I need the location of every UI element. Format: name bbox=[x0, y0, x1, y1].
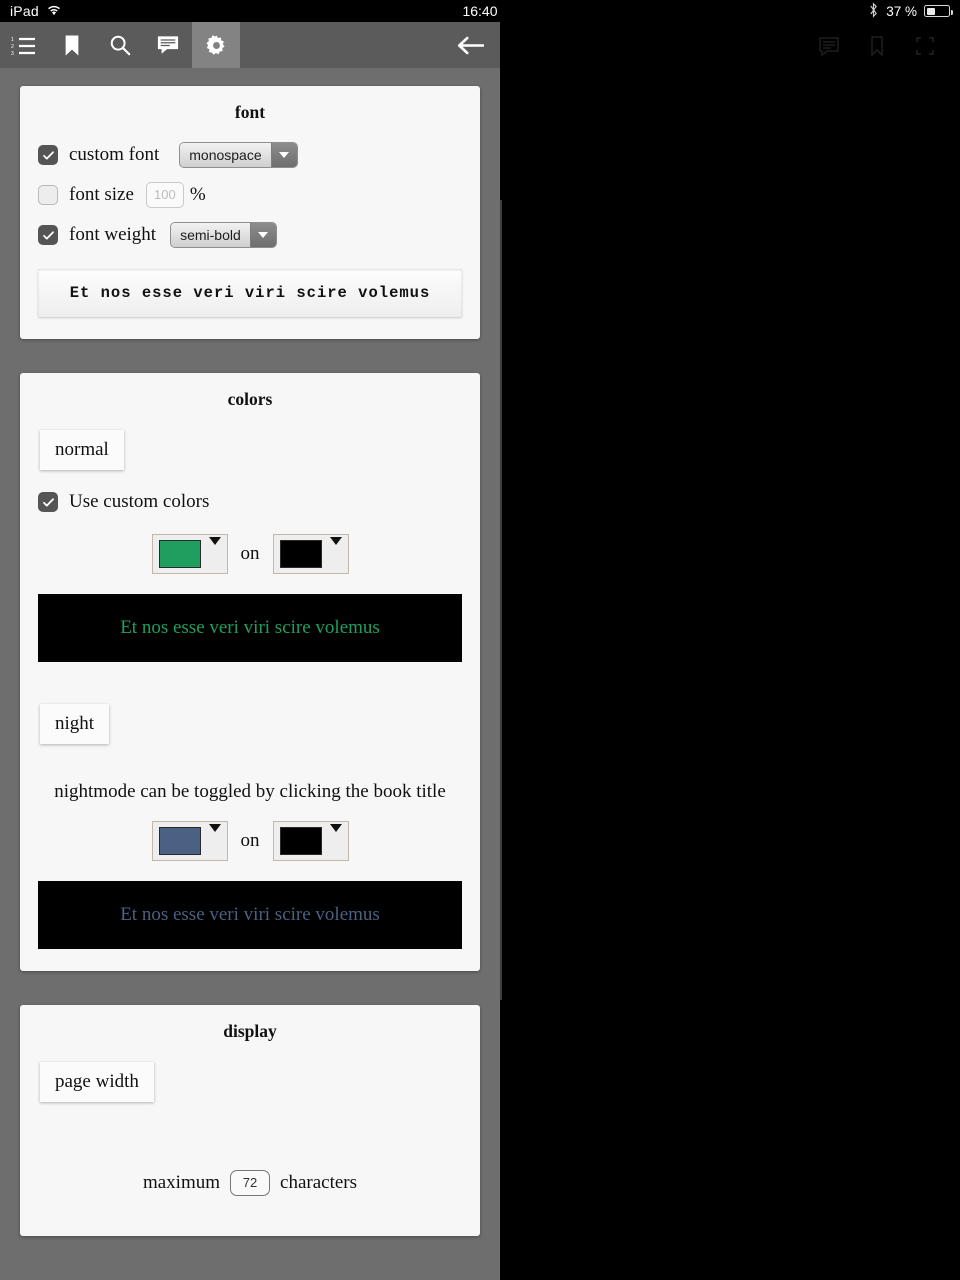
status-right: 37 % bbox=[868, 1, 953, 21]
font-size-unit: % bbox=[189, 184, 206, 205]
comment-icon[interactable] bbox=[818, 35, 840, 57]
svg-text:3: 3 bbox=[11, 51, 14, 56]
display-card-title: display bbox=[223, 1021, 277, 1041]
bookmark-icon[interactable] bbox=[866, 35, 888, 57]
tab-night[interactable]: night bbox=[40, 704, 110, 744]
svg-text:2: 2 bbox=[11, 44, 14, 50]
toolbar-item-annotations[interactable] bbox=[144, 22, 192, 68]
custom-font-label: custom font bbox=[69, 144, 160, 165]
custom-font-checkbox[interactable] bbox=[38, 145, 58, 165]
night-foreground-swatch bbox=[158, 827, 201, 855]
tab-page-width[interactable]: page width bbox=[40, 1062, 154, 1102]
font-weight-row: font weight semi-bold bbox=[38, 219, 462, 251]
device-name: iPad bbox=[10, 3, 39, 19]
settings-panels: font custom font monospace font size 100… bbox=[0, 68, 500, 1236]
font-weight-label: font weight bbox=[69, 224, 157, 245]
night-preview: Et nos esse veri viri scire volemus bbox=[38, 881, 462, 949]
back-button[interactable] bbox=[440, 22, 500, 68]
night-color-row: on bbox=[38, 821, 462, 861]
night-background-swatch bbox=[279, 827, 322, 855]
status-left: iPad bbox=[10, 3, 62, 19]
toolbar-item-bookmarks[interactable] bbox=[48, 22, 96, 68]
battery-icon bbox=[924, 5, 953, 17]
colors-card-title: colors bbox=[227, 389, 273, 409]
toolbar-item-settings[interactable] bbox=[192, 22, 240, 68]
normal-background-swatch bbox=[279, 540, 322, 568]
font-weight-value: semi-bold bbox=[171, 223, 250, 247]
chevron-down-icon bbox=[208, 537, 221, 563]
characters-label: characters bbox=[280, 1172, 358, 1193]
night-background-select[interactable] bbox=[272, 821, 349, 861]
chevron-down-icon bbox=[329, 824, 342, 850]
tab-normal[interactable]: normal bbox=[40, 430, 124, 470]
display-card: display page width maximum 72 characters bbox=[20, 1005, 480, 1236]
max-characters-row: maximum 72 characters bbox=[38, 1170, 462, 1196]
use-custom-colors-row: Use custom colors bbox=[38, 486, 462, 518]
status-bar: iPad 16:40 37 % bbox=[0, 0, 960, 22]
font-size-label: font size bbox=[69, 184, 134, 205]
toolbar-item-toc[interactable]: 1 2 3 bbox=[0, 22, 48, 68]
font-weight-checkbox[interactable] bbox=[38, 225, 58, 245]
bluetooth-icon bbox=[868, 1, 879, 21]
font-card-title: font bbox=[234, 102, 266, 122]
custom-font-row: custom font monospace bbox=[38, 139, 462, 171]
font-card: font custom font monospace font size 100… bbox=[20, 86, 480, 339]
chevron-down-icon bbox=[208, 824, 221, 850]
night-on-label: on bbox=[240, 830, 260, 851]
settings-toolbar: 1 2 3 bbox=[0, 22, 500, 68]
max-characters-input[interactable]: 72 bbox=[230, 1170, 271, 1196]
normal-on-label: on bbox=[240, 543, 260, 564]
normal-background-select[interactable] bbox=[272, 534, 349, 574]
chevron-down-icon bbox=[329, 537, 342, 563]
use-custom-colors-label: Use custom colors bbox=[69, 491, 210, 512]
fullscreen-icon[interactable] bbox=[914, 35, 936, 57]
chevron-down-icon bbox=[249, 223, 276, 247]
toolbar-item-search[interactable] bbox=[96, 22, 144, 68]
battery-percent: 37 % bbox=[886, 3, 917, 19]
font-size-input[interactable]: 100 bbox=[145, 182, 184, 208]
custom-font-select[interactable]: monospace bbox=[179, 142, 298, 168]
maximum-label: maximum bbox=[142, 1172, 221, 1193]
status-time: 16:40 bbox=[462, 3, 498, 19]
font-preview: Et nos esse veri viri scire volemus bbox=[38, 269, 462, 317]
night-note: nightmode can be toggled by clicking the… bbox=[54, 781, 446, 802]
night-foreground-select[interactable] bbox=[151, 821, 228, 861]
settings-pane: 1 2 3 font custom font monospace font si… bbox=[0, 22, 500, 1280]
font-weight-select[interactable]: semi-bold bbox=[170, 222, 277, 248]
wifi-icon bbox=[46, 4, 62, 19]
font-size-row: font size 100 % bbox=[38, 179, 462, 211]
reader-header-icons bbox=[818, 35, 936, 57]
chevron-down-icon bbox=[270, 143, 297, 167]
normal-color-row: on bbox=[38, 534, 462, 574]
normal-preview: Et nos esse veri viri scire volemus bbox=[38, 594, 462, 662]
font-size-checkbox[interactable] bbox=[38, 185, 58, 205]
normal-foreground-swatch bbox=[158, 540, 201, 568]
normal-foreground-select[interactable] bbox=[151, 534, 228, 574]
svg-text:1: 1 bbox=[11, 37, 14, 43]
colors-card: colors normal Use custom colors on Et no… bbox=[20, 373, 480, 971]
use-custom-colors-checkbox[interactable] bbox=[38, 492, 58, 512]
custom-font-value: monospace bbox=[180, 143, 271, 167]
